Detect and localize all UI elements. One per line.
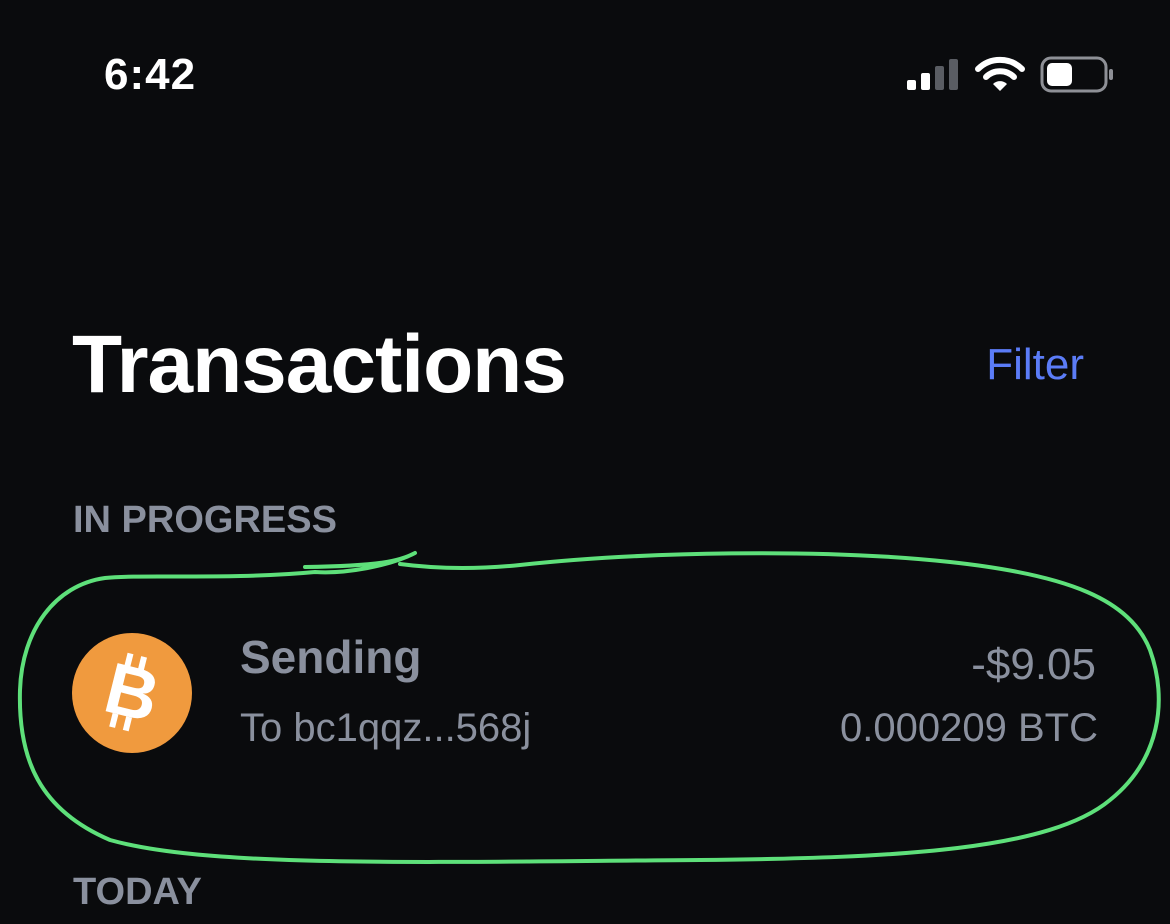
- transaction-title: Sending: [240, 631, 422, 683]
- section-header-in-progress: IN PROGRESS: [73, 499, 337, 541]
- signal-icon: [907, 59, 958, 90]
- transaction-row[interactable]: B Sending To bc1qqz...568j -$9.05 0.0002…: [40, 600, 1130, 800]
- wifi-icon: [975, 56, 1025, 91]
- page-title: Transactions: [72, 319, 567, 410]
- transaction-fiat-amount: -$9.05: [971, 640, 1096, 689]
- transaction-recipient: To bc1qqz...568j: [240, 706, 532, 750]
- section-header-today: TODAY: [73, 871, 202, 913]
- status-time: 6:42: [104, 50, 197, 99]
- transaction-crypto-amount: 0.000209 BTC: [840, 706, 1098, 750]
- battery-icon: [1040, 56, 1113, 93]
- status-bar: 6:42: [0, 0, 1170, 150]
- filter-button[interactable]: Filter: [986, 340, 1084, 390]
- bitcoin-icon: B: [72, 633, 192, 753]
